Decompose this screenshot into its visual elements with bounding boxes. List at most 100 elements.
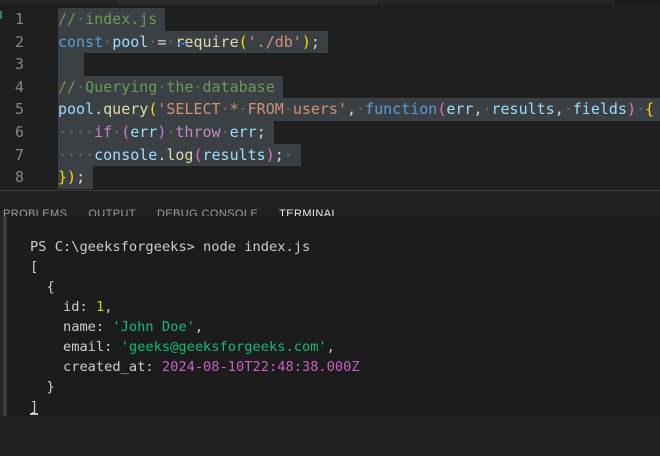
- terminal-token: 'John Doe': [112, 319, 195, 335]
- terminal-line: email: 'geeks@geeksforgeeks.com',: [30, 337, 660, 357]
- code-token: ·: [482, 100, 492, 119]
- code-token: ·: [636, 100, 646, 119]
- terminal-token: id:: [30, 299, 96, 315]
- code-token: Querying: [85, 77, 158, 96]
- code-token: './db': [247, 32, 302, 51]
- terminal-token: ,: [326, 339, 335, 355]
- code-line[interactable]: 3: [0, 53, 660, 76]
- code-token: {: [645, 100, 655, 119]
- code-token: results: [202, 145, 266, 164]
- terminal-token: PS C:\geeksforgeeks> node index.js: [30, 239, 311, 255]
- code-token: ·: [112, 122, 122, 141]
- code-token: users': [292, 100, 347, 119]
- code-token: (: [121, 122, 131, 141]
- code-token: ): [626, 100, 636, 119]
- code-token: *: [229, 100, 239, 119]
- code-token: (: [193, 145, 203, 164]
- code-token: throw: [175, 122, 221, 141]
- code-area[interactable]: 1//·index.js2const·pool·=·require('./db'…: [0, 5, 660, 189]
- code-token: ·: [238, 100, 248, 119]
- line-number: 6: [14, 122, 24, 141]
- terminal-token: {: [30, 279, 55, 295]
- terminal-token: [: [30, 259, 39, 275]
- code-token: FROM: [247, 100, 284, 119]
- terminal-line: [: [30, 257, 660, 277]
- code-token: (: [437, 100, 447, 119]
- line-number: 8: [14, 168, 24, 187]
- code-token: the: [166, 77, 194, 96]
- code-token: err: [130, 122, 158, 141]
- selection-highlight: const·pool·=·require('./db');: [58, 30, 328, 54]
- code-line[interactable]: 8});: [0, 166, 660, 189]
- code-token: log: [166, 145, 194, 164]
- code-token: pool: [58, 100, 95, 119]
- code-line[interactable]: 2const·pool·=·require('./db');: [0, 30, 660, 54]
- code-token: pool: [112, 32, 149, 51]
- line-number: 1: [14, 10, 24, 28]
- code-token: ····: [58, 145, 95, 164]
- code-token: ·: [220, 122, 230, 141]
- code-token: ·: [563, 100, 573, 119]
- code-token: const: [58, 32, 104, 51]
- code-token: ): [67, 168, 77, 187]
- terminal-scroll-decoration: [3, 216, 7, 416]
- terminal-line: }: [30, 377, 660, 397]
- code-token: results: [491, 100, 555, 119]
- code-token: ·: [356, 100, 366, 119]
- terminal-token: email:: [30, 339, 121, 355]
- code-token: ;: [256, 122, 266, 141]
- terminal-token: name:: [30, 319, 113, 335]
- code-token: database: [202, 77, 275, 96]
- code-token: err: [229, 122, 257, 141]
- selection-highlight: });: [58, 166, 94, 189]
- terminal-token: ,: [104, 299, 113, 315]
- code-token: ·: [148, 32, 158, 51]
- terminal-line: id: 1,: [30, 297, 660, 317]
- code-line[interactable]: 4 //·Querying·the·database: [0, 75, 660, 99]
- code-token: function: [365, 100, 438, 119]
- terminal-token: 1: [95, 299, 105, 315]
- code-token: ····: [58, 122, 95, 141]
- code-line[interactable]: 7 ····console.log(results);·: [0, 143, 660, 167]
- line-number: 4: [14, 77, 24, 96]
- code-token: ,: [347, 100, 357, 119]
- terminal-line: ]: [30, 397, 660, 416]
- code-token: ·: [76, 77, 86, 96]
- code-token: (: [238, 32, 248, 51]
- code-token: if: [94, 122, 113, 141]
- code-token: index.js: [85, 10, 158, 28]
- code-line[interactable]: 1 //·index.js: [0, 8, 660, 31]
- terminal-line: created_at: 2024-08-10T22:48:38.000Z: [30, 357, 660, 377]
- code-token: ,: [554, 100, 564, 119]
- selection-highlight: pool.query('SELECT·*·FROM·users',·functi…: [58, 98, 660, 121]
- code-token: ·: [283, 100, 293, 119]
- terminal-cursor-token: ]: [30, 399, 39, 415]
- terminal-lines: PS C:\geeksforgeeks> node index.js [ { id…: [30, 237, 660, 416]
- code-token: ;: [274, 145, 284, 164]
- code-token: }: [58, 168, 68, 187]
- code-token: ): [301, 32, 311, 51]
- code-token: ·: [103, 32, 113, 51]
- terminal-token: ,: [194, 319, 204, 335]
- code-token: console: [94, 145, 158, 164]
- selection-highlight: [58, 53, 84, 76]
- code-token: ): [265, 145, 275, 164]
- code-token: ·: [283, 145, 293, 164]
- code-token: (: [148, 100, 158, 119]
- code-token: ·: [193, 77, 203, 96]
- code-token: err: [446, 100, 474, 119]
- terminal-output[interactable]: PS C:\geeksforgeeks> node index.js [ { id…: [0, 216, 660, 416]
- line-number: 3: [14, 55, 24, 74]
- code-token: 'SELECT: [157, 100, 221, 119]
- code-token: ;: [310, 32, 320, 51]
- code-token: //: [58, 77, 77, 96]
- code-editor[interactable]: 1//·index.js2const·pool·=·require('./db'…: [0, 5, 660, 190]
- terminal-token: created_at:: [30, 359, 162, 375]
- terminal-line: PS C:\geeksforgeeks> node index.js: [30, 237, 660, 257]
- code-token: .: [94, 100, 104, 119]
- code-token: ·: [220, 100, 230, 119]
- code-line[interactable]: 6 ····if·(err)·throw·err;: [0, 120, 660, 144]
- selection-highlight: ····console.log(results);·: [58, 143, 301, 167]
- code-token: ;: [76, 168, 86, 187]
- code-line[interactable]: 5 pool.query('SELECT·*·FROM·users',·funct…: [0, 98, 660, 121]
